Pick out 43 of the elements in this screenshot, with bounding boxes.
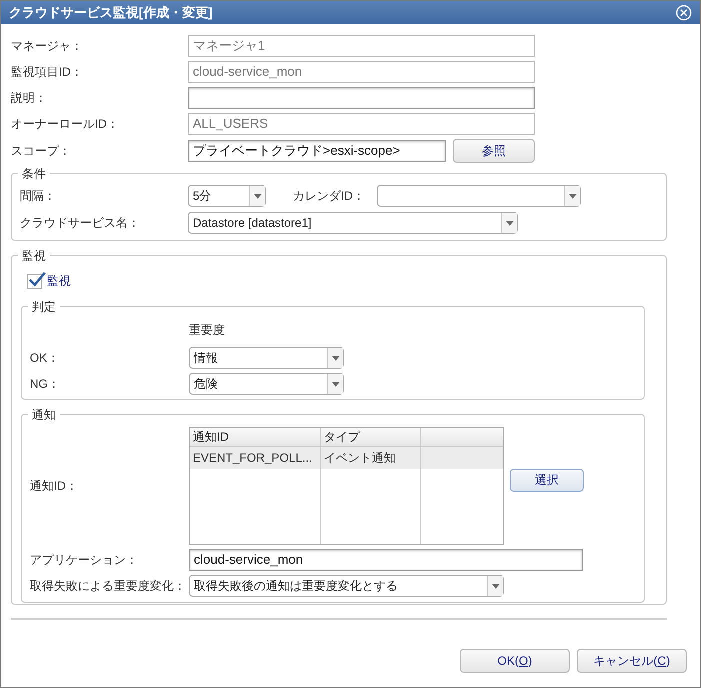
dropdown-arrow-icon [492,584,500,588]
interval-select[interactable]: 5分 [188,185,266,207]
scope-field[interactable]: プライベートクラウド>esxi-scope> [188,140,446,162]
browse-button[interactable]: 参照 [453,139,535,163]
table-cell: イベント通知 [321,447,421,469]
field-label: 監視項目ID： [11,64,84,81]
field-label: NG： [30,376,61,393]
dropdown-arrow-icon [506,220,514,226]
field-label: クラウドサービス名： [20,215,141,232]
severity-change-select[interactable]: 取得失敗後の通知は重要度変化とする [189,575,504,597]
field-label: OK： [30,350,60,367]
field-label: 通知ID： [30,478,79,495]
select-button[interactable]: 選択 [510,468,584,492]
field-label: マネージャ： [11,38,84,55]
severity-select[interactable]: 危険 [189,373,344,395]
dropdown-arrow-icon [568,194,576,198]
checkbox-label: 監視 [47,273,71,290]
table-cell: EVENT_FOR_POLL... [190,447,321,469]
group-title: 条件 [18,165,50,183]
window-title: クラウドサービス監視[作成・変更] [9,4,213,22]
dialog-button[interactable]: キャンセル(C) [577,649,687,673]
service-select[interactable]: Datastore [datastore1] [188,212,518,234]
field-label: オーナーロールID： [11,116,120,133]
dropdown-arrow-icon [254,194,262,198]
field-label: 取得失敗による重要度変化： [30,578,187,595]
dropdown-arrow-icon [332,382,340,386]
table-row[interactable]: EVENT_FOR_POLL... イベント通知 [190,447,503,469]
text-field[interactable] [188,87,535,109]
severity-select[interactable]: 情報 [189,347,344,369]
group-title: 判定 [28,298,60,316]
column-header[interactable]: 通知ID [190,428,321,446]
column-label: 重要度 [189,322,226,339]
field-label: スコープ： [11,143,72,160]
close-icon[interactable] [676,4,692,20]
checkmark-icon [28,272,46,288]
field-label: アプリケーション： [30,552,139,569]
dropdown-arrow-icon [332,356,340,360]
dialog-button[interactable]: OK(O) [460,649,570,673]
field-label: カレンダID： [293,188,366,205]
application-field[interactable]: cloud-service_mon [189,549,583,571]
field-label: 説明： [11,90,48,107]
column-header[interactable]: タイプ [321,428,421,446]
field-label: 間隔： [20,188,57,205]
